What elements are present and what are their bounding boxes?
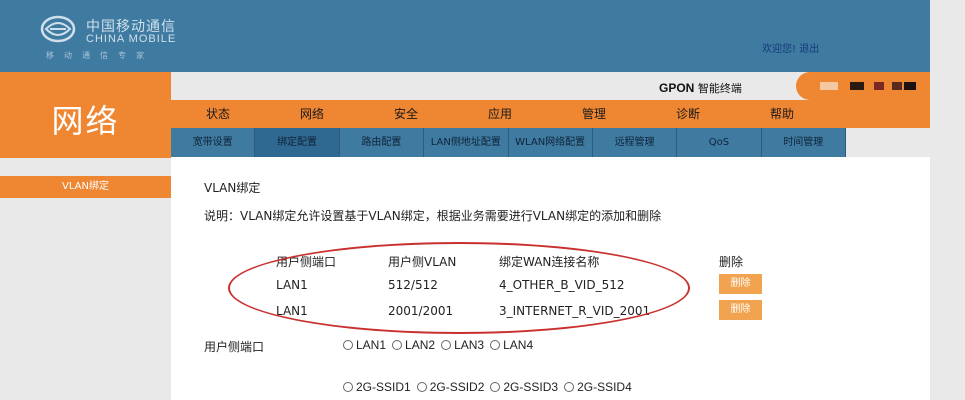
- main-nav: 状态 网络 安全 应用 管理 诊断 帮助: [171, 100, 930, 128]
- sub-nav-filler: [846, 128, 930, 157]
- welcome-text: 欢迎您!: [762, 44, 797, 55]
- radio-ssid3[interactable]: 2G-SSID3: [490, 380, 558, 394]
- sub-nav: 宽带设置 绑定配置 路由配置 LAN侧地址配置 WLAN网络配置 远程管理 Qo…: [171, 128, 846, 157]
- radio-label: 2G-SSID2: [429, 380, 485, 394]
- radio-ssid4[interactable]: 2G-SSID4: [564, 380, 632, 394]
- radio-lan1[interactable]: LAN1: [343, 338, 386, 352]
- ssid-radio-group: 2G-SSID1 2G-SSID2 2G-SSID3 2G-SSID4: [343, 380, 638, 394]
- device-title-rest: 智能终端: [694, 82, 742, 95]
- logo-slogan: 移动通信专家: [46, 51, 154, 60]
- blurred-status-dot: [874, 82, 884, 90]
- blurred-status-dot: [892, 82, 902, 90]
- lan-radio-group: LAN1 LAN2 LAN3 LAN4: [343, 338, 539, 352]
- radio-label: LAN3: [454, 338, 485, 352]
- radio-circle-icon[interactable]: [343, 382, 353, 392]
- delete-button[interactable]: 删除: [719, 300, 762, 320]
- radio-lan2[interactable]: LAN2: [392, 338, 435, 352]
- column-header-delete: 删除: [719, 255, 744, 269]
- radio-circle-icon[interactable]: [392, 340, 403, 350]
- section-brand-block: 网络: [0, 72, 171, 158]
- radio-label: LAN4: [503, 338, 534, 352]
- sub-nav-routing[interactable]: 路由配置: [340, 128, 425, 157]
- port-select-label: 用户侧端口: [204, 340, 265, 354]
- sub-nav-lan-address[interactable]: LAN侧地址配置: [424, 128, 509, 157]
- device-title: GPON 智能终端: [659, 80, 742, 96]
- sub-nav-time[interactable]: 时间管理: [762, 128, 846, 157]
- welcome-area: 欢迎您! 退出: [762, 40, 819, 55]
- radio-circle-icon[interactable]: [490, 340, 501, 350]
- section-title: 网络: [51, 102, 120, 140]
- header: 中国移动通信 CHINA MOBILE 移动通信专家 欢迎您! 退出: [0, 0, 930, 72]
- radio-lan4[interactable]: LAN4: [490, 338, 533, 352]
- radio-label: 2G-SSID4: [577, 380, 632, 394]
- radio-lan3[interactable]: LAN3: [441, 338, 484, 352]
- page-title: VLAN绑定: [204, 181, 261, 195]
- right-gutter: [930, 0, 965, 400]
- main-nav-network[interactable]: 网络: [265, 100, 359, 128]
- radio-ssid2[interactable]: 2G-SSID2: [416, 380, 485, 394]
- radio-circle-icon[interactable]: [343, 340, 353, 350]
- sub-nav-remote[interactable]: 远程管理: [593, 128, 678, 157]
- blurred-status-dot: [850, 82, 864, 90]
- main-nav-management[interactable]: 管理: [547, 100, 641, 128]
- delete-button[interactable]: 删除: [719, 274, 762, 294]
- annotation-ellipse: [228, 242, 690, 334]
- sidebar-item-vlan-binding[interactable]: VLAN绑定: [0, 176, 171, 198]
- logout-link[interactable]: 退出: [799, 44, 819, 55]
- radio-circle-icon[interactable]: [441, 340, 452, 350]
- radio-label: LAN2: [405, 338, 436, 352]
- main-nav-status[interactable]: 状态: [171, 100, 265, 128]
- radio-circle-icon[interactable]: [416, 382, 427, 392]
- page-description: 说明：VLAN绑定允许设置基于VLAN绑定，根据业务需要进行VLAN绑定的添加和…: [204, 209, 662, 223]
- logo-english-text: CHINA MOBILE: [86, 33, 177, 45]
- china-mobile-logo: 中国移动通信 CHINA MOBILE 移动通信专家: [40, 14, 190, 64]
- radio-label: 2G-SSID1: [356, 380, 411, 394]
- radio-label: LAN1: [356, 338, 387, 352]
- main-nav-apps[interactable]: 应用: [453, 100, 547, 128]
- main-nav-diagnostics[interactable]: 诊断: [641, 100, 735, 128]
- device-status-pill: [796, 72, 930, 100]
- radio-circle-icon[interactable]: [564, 382, 575, 392]
- sub-nav-qos[interactable]: QoS: [677, 128, 762, 157]
- sub-nav-wlan[interactable]: WLAN网络配置: [509, 128, 593, 157]
- sub-nav-binding[interactable]: 绑定配置: [255, 128, 340, 157]
- blurred-status-dot: [904, 82, 916, 90]
- device-title-gpon: GPON: [659, 81, 695, 95]
- radio-circle-icon[interactable]: [490, 382, 501, 392]
- sub-nav-broadband[interactable]: 宽带设置: [171, 128, 256, 157]
- china-mobile-logo-icon: [40, 15, 76, 43]
- main-nav-security[interactable]: 安全: [359, 100, 453, 128]
- radio-label: 2G-SSID3: [503, 380, 559, 394]
- blurred-status-dot: [820, 82, 838, 90]
- main-nav-help[interactable]: 帮助: [735, 100, 829, 128]
- radio-ssid1[interactable]: 2G-SSID1: [343, 380, 411, 394]
